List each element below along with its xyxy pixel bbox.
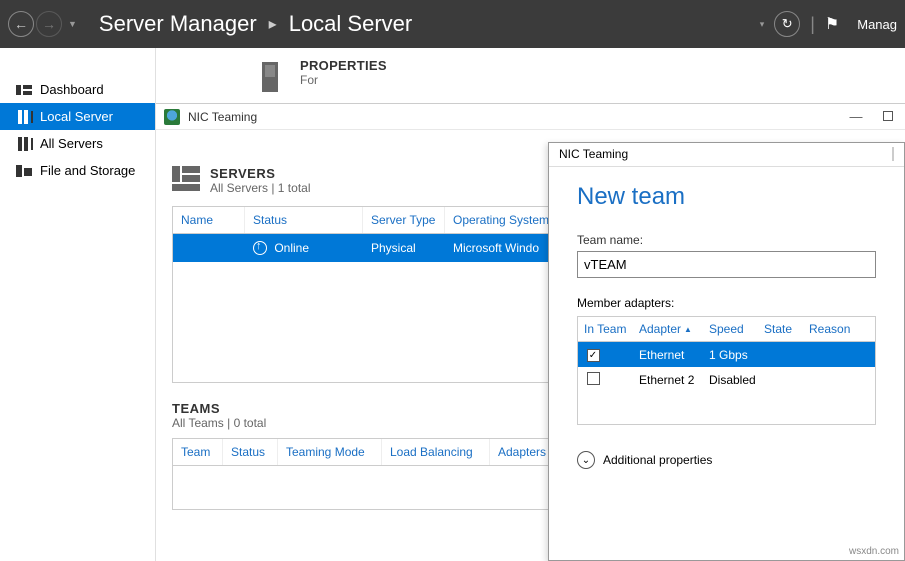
adapter-checkbox[interactable]: ✓ bbox=[578, 342, 608, 367]
tcol-status[interactable]: Status bbox=[223, 439, 278, 465]
sidebar-item-file-storage[interactable]: File and Storage bbox=[0, 157, 155, 184]
servers-stack-icon bbox=[172, 166, 200, 196]
adapter-grid-body: ✓ Ethernet 1 Gbps Ethernet 2 Disabled bbox=[578, 342, 875, 424]
dashboard-icon bbox=[16, 83, 32, 97]
additional-label: Additional properties bbox=[603, 453, 712, 467]
watermark: wsxdn.com bbox=[849, 546, 899, 557]
sidebar: Dashboard Local Server All Servers File … bbox=[0, 48, 156, 561]
acol-reason[interactable]: Reason bbox=[803, 317, 858, 341]
sidebar-item-label: Dashboard bbox=[40, 82, 104, 97]
nic-titlebar: NIC Teaming — bbox=[156, 104, 905, 130]
cell-status: Online bbox=[245, 234, 363, 262]
sort-asc-icon: ▲ bbox=[684, 325, 692, 334]
sidebar-item-label: Local Server bbox=[40, 109, 113, 124]
col-status[interactable]: Status bbox=[245, 207, 363, 233]
adapter-grid: In Team Adapter▲ Speed State Reason ✓ Et… bbox=[577, 316, 876, 425]
tcol-team[interactable]: Team bbox=[173, 439, 223, 465]
dialog-title: NIC Teaming bbox=[559, 147, 628, 162]
acol-state[interactable]: State bbox=[758, 317, 803, 341]
separator: | bbox=[810, 14, 815, 35]
breadcrumb: Server Manager ▸ Local Server bbox=[99, 11, 412, 37]
minimize-button[interactable]: — bbox=[847, 109, 865, 124]
chevron-right-icon: ▸ bbox=[269, 14, 277, 34]
sidebar-item-local-server[interactable]: Local Server bbox=[0, 103, 155, 130]
sidebar-item-label: All Servers bbox=[40, 136, 103, 151]
servers-title: SERVERS bbox=[210, 166, 311, 181]
dialog-titlebar[interactable]: NIC Teaming bbox=[549, 143, 904, 167]
team-name-label: Team name: bbox=[577, 233, 876, 247]
properties-title: PROPERTIES bbox=[300, 58, 905, 73]
teams-title: TEAMS bbox=[172, 401, 266, 416]
tcol-mode[interactable]: Teaming Mode bbox=[278, 439, 382, 465]
refresh-caret-icon: ▾ bbox=[760, 19, 765, 30]
adapter-name: Ethernet bbox=[633, 343, 703, 367]
history-dropdown-icon[interactable]: ▼ bbox=[68, 19, 77, 29]
additional-properties-toggle[interactable]: ⌄ Additional properties bbox=[577, 451, 876, 469]
expand-down-icon: ⌄ bbox=[577, 451, 595, 469]
manage-menu[interactable]: Manag bbox=[857, 17, 897, 32]
status-online-icon bbox=[253, 241, 267, 255]
col-type[interactable]: Server Type bbox=[363, 207, 445, 233]
adapter-speed: 1 Gbps bbox=[703, 343, 813, 367]
sidebar-item-dashboard[interactable]: Dashboard bbox=[0, 76, 155, 103]
properties-subtitle: For bbox=[300, 73, 905, 87]
team-name-input[interactable] bbox=[577, 251, 876, 278]
new-team-dialog: NIC Teaming New team Team name: Member a… bbox=[548, 142, 905, 561]
adapter-name: Ethernet 2 bbox=[633, 368, 703, 392]
adapter-row[interactable]: ✓ Ethernet 1 Gbps bbox=[578, 342, 875, 367]
refresh-button[interactable]: ↻ bbox=[774, 11, 800, 37]
col-name[interactable]: Name bbox=[173, 207, 245, 233]
properties-panel: PROPERTIES For bbox=[156, 48, 905, 108]
server-icon bbox=[16, 110, 32, 124]
sidebar-item-label: File and Storage bbox=[40, 163, 135, 178]
storage-icon bbox=[16, 164, 32, 178]
header-right: ▾ ↻ | ⚑ Manag bbox=[760, 11, 897, 37]
app-header: ← → ▼ Server Manager ▸ Local Server ▾ ↻ … bbox=[0, 0, 905, 48]
teams-subtitle: All Teams | 0 total bbox=[172, 416, 266, 430]
member-adapters-label: Member adapters: bbox=[577, 296, 876, 310]
adapter-row[interactable]: Ethernet 2 Disabled bbox=[578, 367, 875, 393]
servers-icon bbox=[16, 137, 32, 151]
servers-subtitle: All Servers | 1 total bbox=[210, 181, 311, 195]
nav-arrows: ← → ▼ bbox=[8, 11, 77, 37]
server-tower-icon bbox=[262, 62, 278, 97]
flag-icon[interactable]: ⚑ bbox=[825, 14, 839, 34]
acol-adapter[interactable]: Adapter▲ bbox=[633, 317, 703, 341]
tcol-lb[interactable]: Load Balancing bbox=[382, 439, 490, 465]
breadcrumb-root[interactable]: Server Manager bbox=[99, 11, 257, 37]
nic-app-icon bbox=[164, 109, 180, 125]
dialog-edge bbox=[892, 147, 894, 161]
sidebar-item-all-servers[interactable]: All Servers bbox=[0, 130, 155, 157]
adapter-speed: Disabled bbox=[703, 368, 813, 392]
acol-in-team[interactable]: In Team bbox=[578, 317, 633, 341]
adapter-checkbox[interactable] bbox=[578, 367, 608, 393]
dialog-heading: New team bbox=[577, 183, 876, 211]
cell-name bbox=[173, 234, 245, 262]
maximize-button[interactable] bbox=[879, 109, 897, 124]
breadcrumb-current[interactable]: Local Server bbox=[289, 11, 413, 37]
dialog-body: New team Team name: Member adapters: In … bbox=[549, 167, 904, 485]
adapter-grid-header: In Team Adapter▲ Speed State Reason bbox=[578, 317, 875, 342]
back-button[interactable]: ← bbox=[8, 11, 34, 37]
cell-type: Physical bbox=[363, 234, 445, 262]
forward-button[interactable]: → bbox=[36, 11, 62, 37]
window-controls: — bbox=[847, 109, 897, 124]
acol-speed[interactable]: Speed bbox=[703, 317, 758, 341]
nic-window-title: NIC Teaming bbox=[188, 110, 257, 124]
